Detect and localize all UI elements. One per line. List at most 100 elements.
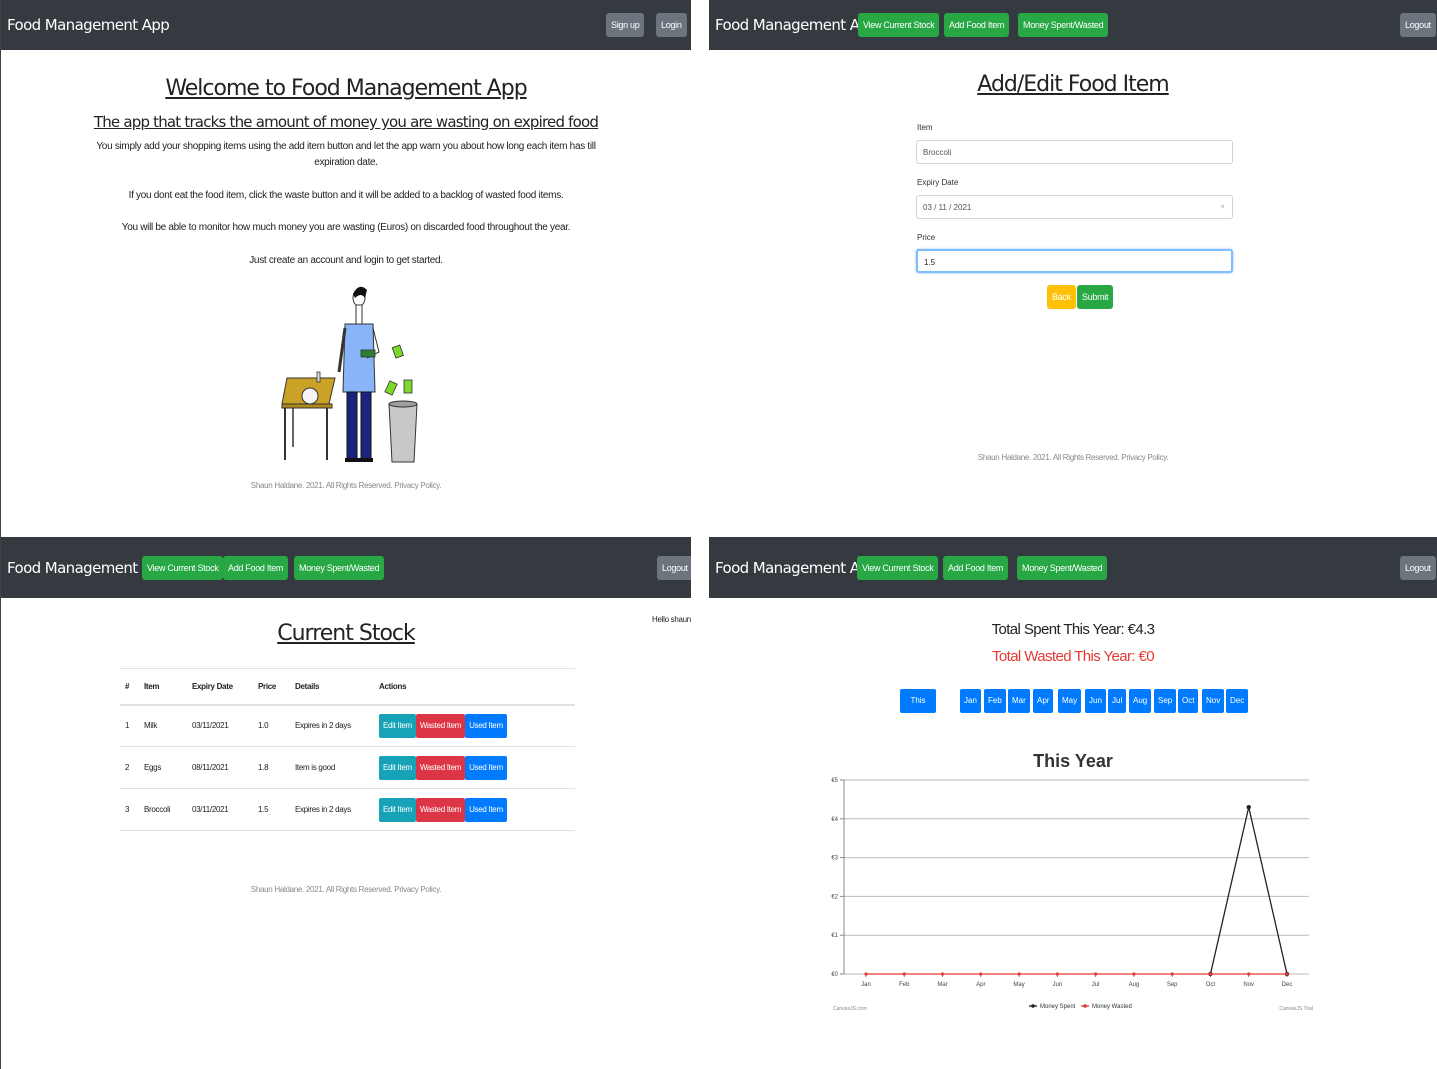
row-item: Eggs [139, 746, 187, 789]
month-button-jun[interactable]: Jun [1085, 689, 1106, 713]
money-spent-wasted-screen: Food Management App View Current Stock A… [709, 537, 1437, 1069]
edit-item-button[interactable]: Edit Item [379, 755, 416, 780]
month-button-mar[interactable]: Mar [1008, 689, 1030, 713]
row-actions: Edit Item Wasted Item Used Item [374, 746, 575, 789]
expiry-date-label: Expiry Date [917, 178, 959, 187]
price-label: Price [917, 233, 936, 242]
data-point[interactable] [1094, 972, 1098, 976]
row-expiry-date: 03/11/2021 [187, 788, 253, 831]
month-button-nov[interactable]: Nov [1202, 689, 1225, 713]
month-button-jan[interactable]: Jan [960, 689, 981, 713]
month-button-jul[interactable]: Jul [1108, 689, 1127, 713]
data-point[interactable] [1246, 804, 1251, 810]
legend-label[interactable]: Money Spent [1040, 1004, 1076, 1010]
data-point[interactable] [1055, 972, 1059, 976]
row-item: Milk [139, 704, 187, 747]
data-point[interactable] [979, 972, 983, 976]
add-food-item-button[interactable]: Add Food Item [223, 555, 289, 580]
chart-credit-left[interactable]: CanvasJS.com [833, 1006, 867, 1012]
back-button[interactable]: Back [1047, 285, 1076, 309]
money-line-chart: This Year €0 €1 €2 €3 €4 €5 Jan Feb Mar Apr May Ju… [831, 751, 1313, 1012]
x-tick-label: Nov [1243, 982, 1254, 988]
data-point[interactable] [1247, 972, 1251, 976]
x-tick-label: Apr [976, 982, 985, 988]
submit-button[interactable]: Submit [1077, 285, 1114, 309]
stock-table: # Item Expiry Date Price Details Actions… [120, 668, 575, 831]
brand-link[interactable]: Food Management App [715, 16, 878, 34]
used-item-button[interactable]: Used Item [465, 797, 507, 822]
y-tick-label: €0 [831, 972, 838, 978]
used-item-button[interactable]: Used Item [465, 713, 507, 738]
navbar: Food Management App View Current Stock A… [1, 537, 691, 598]
col-header-price: Price [253, 668, 290, 706]
month-button-apr[interactable]: Apr [1033, 689, 1054, 713]
month-button-oct[interactable]: Oct [1178, 689, 1199, 713]
month-button-feb[interactable]: Feb [984, 689, 1006, 713]
logout-button[interactable]: Logout [1400, 555, 1436, 580]
chart-legend[interactable]: Money Spent Money Wasted [1029, 1004, 1132, 1010]
month-button-aug[interactable]: Aug [1129, 689, 1152, 713]
footer: Shaun Haldane. 2021. All Rights Reserved… [977, 453, 1169, 462]
data-point[interactable] [940, 972, 945, 976]
x-tick-label: Jan [861, 982, 871, 988]
y-tick-label: €4 [831, 817, 838, 823]
y-tick-label: €3 [831, 856, 838, 862]
wasted-item-button[interactable]: Wasted Item [415, 713, 466, 738]
item-label: Item [917, 123, 933, 132]
month-button-may[interactable]: May [1058, 689, 1082, 713]
series-line [1209, 807, 1288, 975]
footer: Shaun Haldane. 2021. All Rights Reserved… [250, 885, 442, 894]
row-details: Item is good [290, 746, 374, 789]
data-point[interactable] [1132, 972, 1136, 976]
wasted-item-button[interactable]: Wasted Item [415, 755, 466, 780]
money-spent-wasted-button[interactable]: Money Spent/Wasted [294, 555, 385, 580]
data-point[interactable] [1017, 972, 1021, 976]
this-year-button[interactable]: This Year [900, 689, 936, 729]
money-spent-wasted-button[interactable]: Money Spent/Wasted [1017, 555, 1108, 580]
navbar: Food Management App Sign up Login [1, 0, 691, 50]
legend-label[interactable]: Money Wasted [1092, 1004, 1132, 1010]
add-food-item-button[interactable]: Add Food Item [943, 555, 1009, 580]
table-row: 2 Eggs 08/11/2021 1.8 Item is good Edit … [120, 746, 575, 789]
view-current-stock-button[interactable]: View Current Stock [858, 13, 940, 37]
y-tick-label: €2 [831, 894, 838, 900]
row-number: 3 [120, 788, 139, 831]
chart-title: This Year [1033, 751, 1113, 771]
used-item-button[interactable]: Used Item [465, 755, 507, 780]
edit-item-button[interactable]: Edit Item [379, 797, 416, 822]
signup-button[interactable]: Sign up [606, 13, 645, 37]
data-point[interactable] [1170, 972, 1174, 976]
add-food-item-button[interactable]: Add Food Item [944, 13, 1010, 37]
logout-button[interactable]: Logout [1400, 13, 1436, 37]
x-tick-label: Oct [1206, 982, 1216, 988]
footer: Shaun Haldane. 2021. All Rights Reserved… [250, 481, 442, 490]
data-point[interactable] [902, 972, 906, 976]
calendar-icon[interactable]: ▫ [1221, 202, 1224, 211]
chart-y-axis: €0 €1 €2 €3 €4 €5 [831, 778, 845, 978]
month-button-dec[interactable]: Dec [1226, 689, 1249, 713]
login-button[interactable]: Login [656, 13, 687, 37]
expiry-date-input[interactable]: 03 / 11 / 2021 ▫ [916, 195, 1233, 219]
intro-paragraph-line1: You simply add your shopping items using… [96, 141, 596, 152]
logout-button[interactable]: Logout [657, 555, 691, 580]
price-input[interactable]: 1.5 [916, 249, 1233, 273]
view-current-stock-button[interactable]: View Current Stock [142, 555, 224, 580]
wasted-item-button[interactable]: Wasted Item [415, 797, 466, 822]
data-point[interactable] [1285, 972, 1289, 976]
item-input[interactable]: Broccoli [916, 140, 1233, 164]
row-details: Expires in 2 days [290, 788, 374, 831]
data-point[interactable] [864, 972, 868, 976]
edit-item-button[interactable]: Edit Item [379, 713, 416, 738]
view-current-stock-button[interactable]: View Current Stock [857, 555, 939, 580]
current-stock-screen: Food Management App View Current Stock A… [0, 537, 691, 1069]
brand-link[interactable]: Food Management App [715, 559, 878, 577]
monitor-paragraph: You will be able to monitor how much mon… [121, 222, 571, 233]
row-price: 1.5 [253, 788, 290, 831]
money-spent-wasted-button[interactable]: Money Spent/Wasted [1018, 13, 1109, 37]
x-tick-label: Sep [1167, 982, 1178, 988]
row-number: 1 [120, 704, 139, 747]
y-tick-label: €1 [831, 933, 838, 939]
data-point[interactable] [1208, 972, 1213, 976]
month-button-sep[interactable]: Sep [1154, 689, 1177, 713]
brand-link[interactable]: Food Management App [7, 16, 170, 34]
